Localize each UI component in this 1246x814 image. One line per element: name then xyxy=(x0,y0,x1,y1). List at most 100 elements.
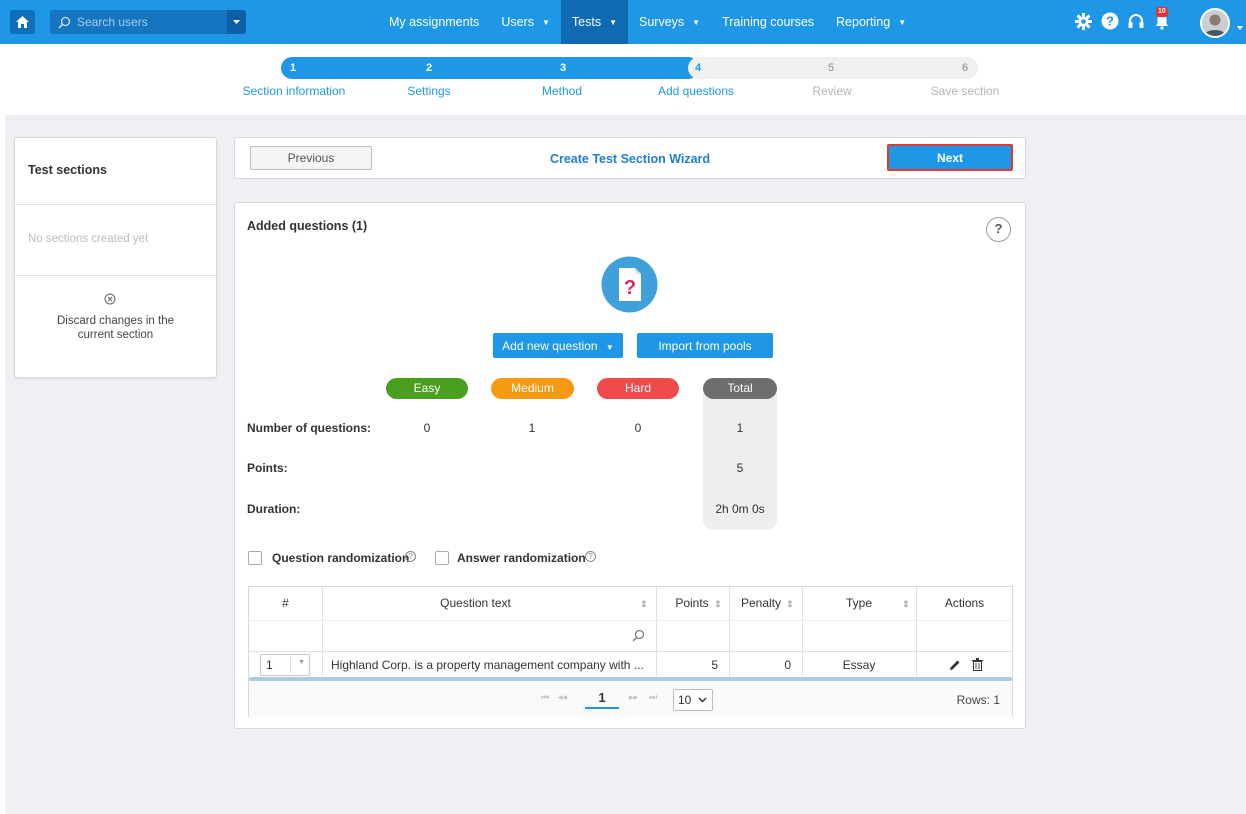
settings-button[interactable] xyxy=(1073,11,1093,31)
search-icon xyxy=(58,16,71,29)
page-size-select[interactable]: 10 xyxy=(673,689,713,711)
next-page-icon[interactable]: ▸▸ xyxy=(629,692,638,703)
col-divider xyxy=(802,587,803,679)
question-randomization-help-icon[interactable]: ? xyxy=(405,551,416,562)
nav-surveys[interactable]: Surveys ▼ xyxy=(628,0,711,44)
notifications-button[interactable]: 10 xyxy=(1152,7,1172,31)
avatar-caret-icon[interactable] xyxy=(1237,19,1243,33)
page-size-value: 10 xyxy=(678,693,692,707)
step-3-label[interactable]: Method xyxy=(497,84,627,98)
previous-page-icon[interactable]: ◂◂ xyxy=(558,692,567,703)
question-document-icon: ? xyxy=(601,256,658,313)
sort-icon[interactable]: ⇕ xyxy=(786,599,794,610)
step-2-label[interactable]: Settings xyxy=(364,84,494,98)
nav-tests[interactable]: Tests ▼ xyxy=(560,0,628,44)
svg-text:?: ? xyxy=(624,277,636,299)
search-dropdown-button[interactable] xyxy=(227,10,246,34)
home-icon xyxy=(16,16,29,28)
col-header-question-text[interactable]: Question text xyxy=(323,587,628,620)
number-of-questions-label: Number of questions: xyxy=(247,421,372,435)
row-number-select[interactable]: 1 ▼ xyxy=(260,654,310,676)
step-4-label[interactable]: Add questions xyxy=(631,84,761,98)
nav-label: Tests xyxy=(571,15,602,29)
add-new-question-button[interactable]: Add new question ▼ xyxy=(493,333,623,358)
total-points: 5 xyxy=(736,461,744,475)
question-text-cell[interactable]: Highland Corp. is a property management … xyxy=(331,653,653,677)
edit-pencil-icon[interactable] xyxy=(949,659,961,671)
pagination: ⏮ ◂◂ 1 ▸▸ ⏭ 10 Rows: 1 xyxy=(249,683,1012,717)
penalty-cell: 0 xyxy=(784,658,791,672)
col-header-number: # xyxy=(249,587,322,620)
points-label: Points: xyxy=(247,461,288,475)
step-1-label[interactable]: Section information xyxy=(229,84,359,98)
import-from-pools-button[interactable]: Import from pools xyxy=(637,333,773,358)
discard-line-1: Discard changes in the xyxy=(57,315,174,327)
caret-down-icon xyxy=(233,20,240,24)
svg-text:?: ? xyxy=(1106,14,1114,29)
test-sections-panel: Test sections No sections created yet Di… xyxy=(14,137,217,378)
nav-training-courses[interactable]: Training courses xyxy=(711,0,825,44)
divider xyxy=(290,657,291,673)
discard-line-2: current section xyxy=(77,329,154,341)
search-input[interactable] xyxy=(77,15,217,29)
row-number: 1 xyxy=(266,658,273,672)
question-randomization-label[interactable]: Question randomization xyxy=(272,551,409,565)
current-page[interactable]: 1 xyxy=(585,690,619,709)
rows-count: Rows: 1 xyxy=(956,693,1000,707)
col-header-type[interactable]: Type xyxy=(809,587,909,620)
gear-icon xyxy=(1074,12,1092,30)
sort-icon[interactable]: ⇕ xyxy=(714,599,722,610)
search-users[interactable] xyxy=(50,10,246,34)
col-header-points[interactable]: Points xyxy=(662,587,722,620)
total-pill: Total xyxy=(703,378,777,399)
nav-users[interactable]: Users ▼ xyxy=(490,0,561,44)
close-circle-icon[interactable] xyxy=(104,293,116,305)
no-sections-text: No sections created yet xyxy=(28,233,149,245)
headset-icon xyxy=(1128,14,1144,28)
next-button[interactable]: Next xyxy=(887,144,1013,171)
top-navigation-bar: My assignments Users ▼ Tests ▼ Surveys ▼ Tr… xyxy=(0,0,1246,44)
step-3-number: 3 xyxy=(559,62,567,74)
wizard-stepper: 1 2 3 4 5 6 Section information Settings… xyxy=(0,52,1246,112)
sort-icon[interactable]: ⇕ xyxy=(902,599,910,610)
divider xyxy=(15,204,216,205)
hard-pill: Hard xyxy=(597,378,679,399)
easy-pill: Easy xyxy=(386,378,468,399)
medium-count: 1 xyxy=(528,421,536,435)
caret-down-icon: ▼ xyxy=(605,342,614,352)
col-divider xyxy=(729,587,730,679)
last-page-icon[interactable]: ⏭ xyxy=(649,692,657,703)
discard-changes-button[interactable]: Discard changes in the current section xyxy=(15,314,216,342)
filter-search-icon[interactable] xyxy=(632,629,645,642)
help-icon[interactable]: ? xyxy=(986,217,1011,242)
horizontal-scrollbar[interactable] xyxy=(249,677,1012,681)
user-avatar[interactable] xyxy=(1200,8,1230,38)
nav-label: Training courses xyxy=(722,15,815,29)
nav-label: Surveys xyxy=(639,15,685,29)
question-randomization-checkbox[interactable] xyxy=(248,551,262,565)
col-header-actions: Actions xyxy=(917,587,1012,620)
col-header-penalty[interactable]: Penalty xyxy=(733,587,789,620)
wizard-header: Previous Create Test Section Wizard Next xyxy=(234,137,1026,179)
caret-down-icon: ▼ xyxy=(609,17,617,27)
row-divider xyxy=(249,620,1012,621)
answer-randomization-checkbox[interactable] xyxy=(435,551,449,565)
answer-randomization-label[interactable]: Answer randomization xyxy=(457,551,586,565)
nav-label: Reporting xyxy=(836,15,891,29)
answer-randomization-help-icon[interactable]: ? xyxy=(585,551,596,562)
nav-label: My assignments xyxy=(389,15,480,29)
step-4-number: 4 xyxy=(694,62,702,74)
support-button[interactable] xyxy=(1126,11,1146,31)
home-button[interactable] xyxy=(10,10,35,34)
step-5-number: 5 xyxy=(827,62,835,74)
first-page-icon[interactable]: ⏮ xyxy=(541,692,549,703)
sort-icon[interactable]: ⇕ xyxy=(640,599,648,610)
chevron-down-icon xyxy=(698,697,707,703)
nav-reporting[interactable]: Reporting ▼ xyxy=(825,0,917,44)
nav-my-assignments[interactable]: My assignments xyxy=(378,0,490,44)
delete-trash-icon[interactable] xyxy=(972,658,983,671)
col-divider xyxy=(916,587,917,679)
help-button[interactable]: ? xyxy=(1100,11,1120,31)
step-5-label: Review xyxy=(812,84,852,98)
row-divider xyxy=(249,651,1012,652)
